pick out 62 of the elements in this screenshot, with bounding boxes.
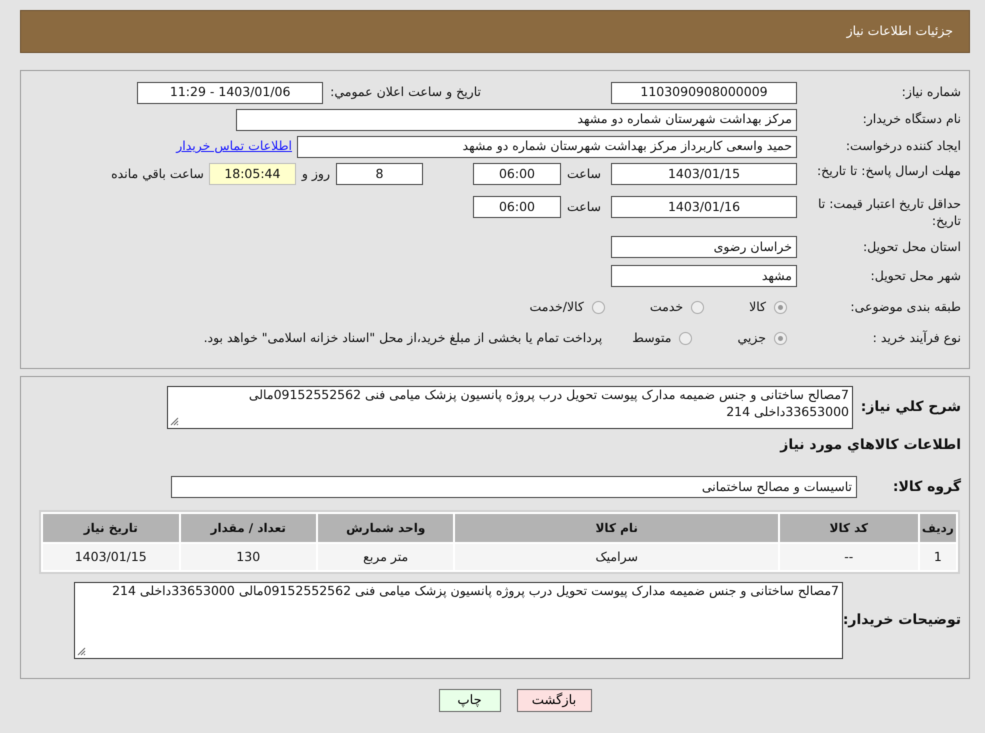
field-label: ساعت <box>566 165 601 183</box>
field-label: نوع فرآیند خرید : <box>872 330 962 347</box>
text-field[interactable]: 8 <box>336 163 423 185</box>
field-label: شهر محل تحویل: <box>870 268 962 285</box>
text-field[interactable]: 06:00 <box>473 196 561 218</box>
table-cell: 1403/01/15 <box>43 544 178 570</box>
print-button[interactable]: چاپ <box>438 689 500 712</box>
text-field[interactable]: 1403/01/15 <box>611 163 797 185</box>
field-label: مهلت ارسال پاسخ: تا تاریخ: <box>816 163 962 180</box>
field-label: ساعت باقي مانده <box>111 165 204 183</box>
radio-button[interactable] <box>592 300 605 314</box>
text-field[interactable]: تاسیسات و مصالح ساختمانی <box>171 476 857 498</box>
text-field[interactable]: حمید واسعی کاربرداز مرکز بهداشت شهرستان شماره دو مشهد <box>297 136 797 158</box>
option-label: کالا <box>749 298 766 316</box>
option-label: متوسط <box>632 328 672 347</box>
section-heading: اطلاعات کالاهاي مورد نیاز <box>778 436 962 455</box>
option-label: جزيي <box>737 328 766 347</box>
text-field[interactable]: خراسان رضوی <box>611 236 797 258</box>
resize-grip-icon[interactable] <box>77 647 86 656</box>
table-cell: 1 <box>920 544 956 570</box>
column-header: نام کالا <box>455 514 778 542</box>
table-cell: سرامیک <box>455 544 778 570</box>
table-cell: -- <box>780 544 918 570</box>
column-header: کد کالا <box>780 514 918 542</box>
column-header: ردیف <box>920 514 956 542</box>
text-field[interactable]: مشهد <box>611 265 797 288</box>
text-field[interactable]: 1403/01/06 - 11:29 <box>137 82 324 104</box>
back-button[interactable]: بازگشت <box>516 689 592 712</box>
radio-button[interactable] <box>774 300 787 314</box>
text-field[interactable]: 06:00 <box>473 163 561 185</box>
field-label: ساعت <box>566 198 601 216</box>
text-area[interactable]: 7مصالح ساختانی و جنس ضمیمه مدارک پیوست تحویل درب پروژه پانسیون پزشک میامی فنی 09152552562مالی 33653000داخلی 214 <box>74 582 843 659</box>
field-label: گروه کالا: <box>892 477 962 496</box>
resize-grip-icon[interactable] <box>170 417 179 426</box>
text-field[interactable]: 1103090908000009 <box>611 82 797 104</box>
countdown-field[interactable]: 18:05:44 <box>208 163 296 185</box>
radio-button[interactable] <box>691 300 704 314</box>
column-header: تعداد / مقدار <box>180 514 316 542</box>
note-text: پرداخت تمام یا بخشی از مبلغ خرید،از محل "اسناد خزانه اسلامی" خواهد بود. <box>204 328 602 347</box>
field-label: شرح کلي نیاز: <box>860 398 962 417</box>
field-label: تاریخ و ساعت اعلان عمومي: <box>330 83 481 102</box>
radio-button[interactable] <box>679 332 692 345</box>
field-label: شماره نیاز: <box>900 84 962 101</box>
field-label: ایجاد کننده درخواست: <box>844 138 962 155</box>
option-label: خدمت <box>650 298 684 316</box>
text-field[interactable]: 1403/01/16 <box>611 196 797 218</box>
radio-button[interactable] <box>774 332 787 345</box>
contact-link[interactable]: اطلاعات تماس خریدار <box>176 137 292 156</box>
field-label: طبقه بندی موضوعی: <box>849 298 962 316</box>
column-header: تاریخ نیاز <box>43 514 178 542</box>
field-label: روز و <box>302 165 330 183</box>
text-field[interactable]: مرکز بهداشت شهرستان شماره دو مشهد <box>236 108 797 130</box>
page-title: جزئیات اطلاعات نیاز <box>846 22 953 40</box>
column-header: واحد شمارش <box>318 514 454 542</box>
table-cell: 130 <box>180 544 316 570</box>
option-label: کالا/خدمت <box>529 298 584 316</box>
text-area[interactable]: 7مصالح ساختانی و جنس ضمیمه مدارک پیوست تحویل درب پروژه پانسیون پزشک میامی فنی 09152552562مالی 33653000داخلی 214 <box>167 386 853 429</box>
field-label: نام دستگاه خریدار: <box>862 111 962 128</box>
table-cell: متر مربع <box>318 544 454 570</box>
field-label: توضیحات خریدار: <box>843 611 962 630</box>
field-label: حداقل تاریخ اعتبار قیمت: تا تاریخ: <box>816 196 962 230</box>
field-label: استان محل تحویل: <box>862 238 962 256</box>
